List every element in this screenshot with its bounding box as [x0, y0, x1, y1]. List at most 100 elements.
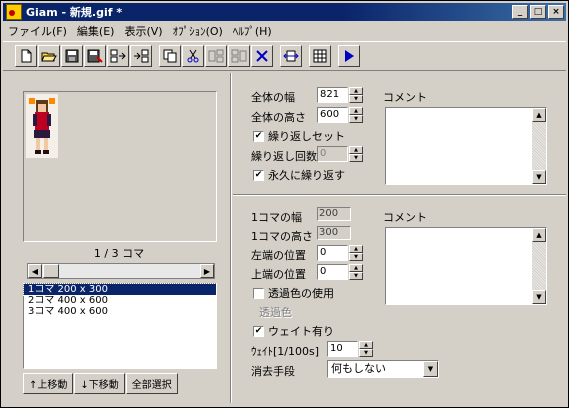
save-as-icon[interactable] [84, 45, 106, 67]
delete-icon[interactable] [251, 45, 273, 67]
frame-height-label: 1コマの高さ [251, 230, 313, 243]
transparent-label: 透過色の使用 [268, 287, 334, 300]
save-icon[interactable] [61, 45, 83, 67]
open-folder-icon[interactable] [38, 45, 60, 67]
paste-before-icon[interactable] [205, 45, 227, 67]
frame-list[interactable]: 1コマ 200 x 300 2コマ 400 x 600 3コマ 400 x 60… [23, 283, 217, 369]
wait-time-stepper[interactable]: 10 ▲ ▼ [327, 341, 373, 357]
comment-scrollbar[interactable]: ▲ ▼ [532, 108, 546, 184]
list-item[interactable]: 2コマ 400 x 600 [24, 295, 216, 306]
menu-edit[interactable]: 編集(E) [72, 23, 120, 39]
menu-help[interactable]: ﾍﾙﾌﾟ(H) [228, 23, 277, 39]
loop-set-label: 繰り返しセット [268, 130, 345, 143]
loop-count-label: 繰り返し回数 [251, 150, 317, 163]
frame-width-value: 200 [317, 207, 351, 221]
copy-icon[interactable] [159, 45, 181, 67]
scroll-left-icon[interactable]: ◀ [28, 264, 42, 278]
spin-up-icon[interactable]: ▲ [359, 341, 373, 349]
scroll-down-icon[interactable]: ▼ [532, 290, 546, 304]
play-icon[interactable] [338, 45, 360, 67]
total-height-field[interactable]: 600 [317, 107, 348, 123]
checkmark-icon[interactable]: ✔ [253, 130, 264, 142]
maximize-button[interactable]: □ [530, 5, 546, 19]
spin-up-icon[interactable]: ▲ [349, 87, 363, 95]
frame-height-value: 300 [317, 226, 351, 240]
wait-time-field[interactable]: 10 [327, 341, 358, 357]
loop-count-stepper[interactable]: 0 ▲ ▼ [317, 146, 363, 162]
spin-down-icon[interactable]: ▼ [349, 272, 363, 280]
sprite-thumbnail [26, 94, 58, 158]
toolbar [3, 41, 566, 71]
total-width-stepper[interactable]: 821 ▲ ▼ [317, 87, 363, 103]
checkbox-icon[interactable] [253, 287, 264, 299]
title-bar[interactable]: Giam - 新規.gif * _ □ × [3, 3, 566, 21]
grid-icon[interactable] [309, 45, 331, 67]
loop-count-field[interactable]: 0 [317, 146, 348, 162]
close-button[interactable]: × [548, 5, 564, 19]
frame-width-label: 1コマの幅 [251, 211, 302, 224]
move-down-button[interactable]: ↓下移動 [74, 373, 125, 394]
select-all-button[interactable]: 全部選択 [125, 373, 178, 394]
spin-up-icon[interactable]: ▲ [349, 245, 363, 253]
section-divider [233, 194, 566, 196]
spin-up-icon[interactable]: ▲ [349, 264, 363, 272]
frame-scrollbar[interactable]: ◀ ▶ [27, 263, 215, 279]
frame-comment-label: コメント [383, 211, 427, 224]
minimize-button[interactable]: _ [512, 5, 528, 19]
loop-forever-label: 永久に繰り返す [268, 169, 345, 182]
comment-scrollbar[interactable]: ▲ ▼ [532, 228, 546, 304]
wait-label: ウェイト有り [268, 325, 334, 338]
wait-time-label: ｳｪｲﾄ[1/100s] [251, 345, 320, 358]
wait-checkbox[interactable]: ✔ ウェイト有り [253, 323, 334, 339]
paste-after-icon[interactable] [228, 45, 250, 67]
spin-up-icon[interactable]: ▲ [349, 146, 363, 154]
frame-preview [23, 91, 217, 242]
total-width-field[interactable]: 821 [317, 87, 348, 103]
checkmark-icon[interactable]: ✔ [253, 169, 264, 181]
scroll-thumb[interactable] [43, 264, 59, 278]
move-up-button[interactable]: ↑上移動 [23, 373, 74, 394]
total-height-stepper[interactable]: 600 ▲ ▼ [317, 107, 363, 123]
settings-panel: 全体の幅 821 ▲ ▼ 全体の高さ 600 ▲ ▼ ✔ 繰り返しセット 繰り返し回… [233, 73, 566, 403]
spin-down-icon[interactable]: ▼ [359, 349, 373, 357]
export-frames-icon[interactable] [130, 45, 152, 67]
import-frames-icon[interactable] [107, 45, 129, 67]
top-pos-stepper[interactable]: 0 ▲ ▼ [317, 264, 363, 280]
dispose-label: 消去手段 [251, 365, 295, 378]
list-item[interactable]: 1コマ 200 x 300 [23, 283, 217, 296]
scroll-up-icon[interactable]: ▲ [532, 228, 546, 242]
transparent-checkbox[interactable]: 透過色の使用 [253, 285, 334, 301]
scroll-up-icon[interactable]: ▲ [532, 108, 546, 122]
menu-view[interactable]: 表示(V) [119, 23, 167, 39]
spin-down-icon[interactable]: ▼ [349, 253, 363, 261]
menu-file[interactable]: ファイル(F) [3, 23, 72, 39]
frame-panel: 1 / 3 コマ ◀ ▶ 1コマ 200 x 300 2コマ 400 x 600… [5, 73, 227, 403]
spin-down-icon[interactable]: ▼ [349, 95, 363, 103]
spin-down-icon[interactable]: ▼ [349, 154, 363, 162]
menu-bar: ファイル(F) 編集(E) 表示(V) ｵﾌﾟｼｮﾝ(O) ﾍﾙﾌﾟ(H) [3, 22, 277, 40]
new-file-icon[interactable] [15, 45, 37, 67]
frame-counter: 1 / 3 コマ [93, 247, 145, 260]
loop-set-checkbox[interactable]: ✔ 繰り返しセット [253, 128, 345, 144]
cut-icon[interactable] [182, 45, 204, 67]
frame-comment-textarea[interactable]: ▲ ▼ [385, 227, 547, 305]
left-pos-field[interactable]: 0 [317, 245, 348, 261]
top-pos-label: 上端の位置 [251, 268, 306, 281]
list-item[interactable]: 3コマ 400 x 600 [24, 306, 216, 317]
chevron-down-icon[interactable]: ▼ [423, 361, 438, 377]
menu-options[interactable]: ｵﾌﾟｼｮﾝ(O) [168, 23, 228, 39]
panel-divider [230, 73, 232, 403]
global-comment-textarea[interactable]: ▲ ▼ [385, 107, 547, 185]
left-pos-stepper[interactable]: 0 ▲ ▼ [317, 245, 363, 261]
checkmark-icon[interactable]: ✔ [253, 325, 264, 337]
total-width-label: 全体の幅 [251, 91, 295, 104]
scroll-right-icon[interactable]: ▶ [200, 264, 214, 278]
top-pos-field[interactable]: 0 [317, 264, 348, 280]
scroll-down-icon[interactable]: ▼ [532, 170, 546, 184]
loop-forever-checkbox[interactable]: ✔ 永久に繰り返す [253, 167, 345, 183]
dispose-select[interactable]: 何もしない ▼ [327, 360, 439, 378]
spin-up-icon[interactable]: ▲ [349, 107, 363, 115]
spin-down-icon[interactable]: ▼ [349, 115, 363, 123]
app-icon [6, 4, 22, 20]
frame-size-icon[interactable] [280, 45, 302, 67]
